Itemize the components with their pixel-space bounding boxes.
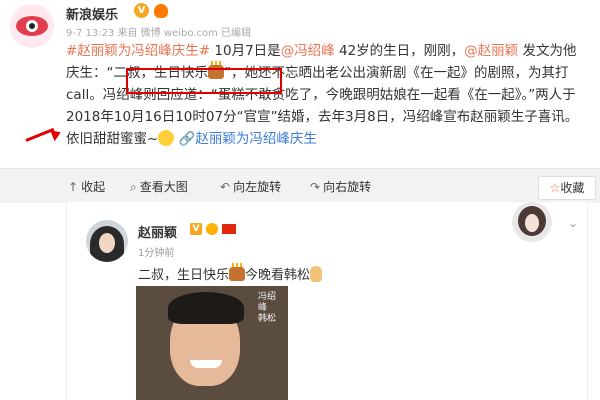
star-icon: ☆: [549, 181, 561, 195]
search-icon: ⌕: [130, 180, 137, 194]
link-icon: 🔗: [178, 131, 196, 147]
rotate-right-button[interactable]: ↷ 向右旋转: [310, 178, 371, 195]
repost-text: 二叔，生日快乐 今晚看韩松: [138, 263, 323, 283]
post-meta: 9-7 13:23 来自 微博 weibo.com 已编辑: [66, 28, 251, 39]
post-text-seg: 42岁的生日，刚刚，: [334, 43, 465, 59]
annotation-box: [126, 68, 282, 94]
rotate-left-icon: ↶: [220, 180, 231, 194]
logo-eye-pupil: [29, 23, 35, 29]
author-name[interactable]: 赵丽颖: [138, 222, 177, 241]
post-text: #赵丽颖为冯绍峰庆生# 10月7日是@冯绍峰 42岁的生日，刚刚，@赵丽颖 发文…: [66, 40, 586, 150]
flame-icon: [154, 4, 168, 18]
image-toolbar: ↑ 收起 ⌕ 查看大图 ↶ 向左旋转 ↷ 向右旋转: [0, 168, 600, 203]
avatar-face: [99, 233, 115, 253]
hashtag-link[interactable]: #赵丽颖为冯绍峰庆生#: [66, 43, 210, 59]
verified-icon: V: [190, 223, 202, 235]
account-avatar[interactable]: [10, 4, 54, 48]
post-time: 1分钟前: [138, 248, 175, 259]
favorite-label: 收藏: [560, 181, 585, 195]
cake-emoji-icon: [229, 263, 246, 281]
avatar-face: [525, 214, 539, 232]
collapse-label: 收起: [81, 180, 106, 194]
view-large-label: 查看大图: [139, 180, 188, 194]
photo-caption: 冯绍峰 韩松: [258, 292, 277, 324]
avatar[interactable]: [86, 220, 128, 262]
topic-link[interactable]: 赵丽颖为冯绍峰庆生: [195, 131, 317, 147]
post-photo[interactable]: 冯绍峰 韩松: [136, 286, 288, 400]
photo-hair: [168, 292, 244, 324]
photo-smile: [190, 360, 222, 368]
account-name[interactable]: 新浪娱乐: [66, 4, 118, 23]
collapse-icon: ↑: [68, 180, 79, 194]
rotate-left-label: 向左旋转: [233, 180, 282, 194]
mention-link[interactable]: @冯绍峰: [281, 43, 335, 59]
collapse-button[interactable]: ↑ 收起: [68, 178, 105, 195]
rotate-right-icon: ↷: [310, 180, 321, 194]
smile-emoji-icon: [158, 130, 175, 146]
annotation-arrow-head: [50, 126, 63, 142]
sun-badge-icon: [206, 223, 218, 235]
repost-text-main: 二叔，生日快乐: [138, 268, 230, 283]
chevron-down-icon[interactable]: ⌄: [568, 216, 578, 230]
decorative-avatar: [512, 202, 552, 242]
victory-hand-icon: [310, 266, 323, 282]
view-large-button[interactable]: ⌕ 查看大图: [130, 178, 188, 195]
rotate-left-button[interactable]: ↶ 向左旋转: [220, 178, 281, 195]
post-text-seg: 10月7日是: [210, 43, 281, 59]
verified-icon: V: [134, 3, 149, 18]
flag-icon: [222, 224, 236, 234]
repost-text-tail: 今晚看韩松: [245, 268, 311, 283]
favorite-button[interactable]: ☆收藏: [538, 176, 596, 200]
rotate-right-label: 向右旋转: [323, 180, 372, 194]
mention-link[interactable]: @赵丽颖: [464, 43, 518, 59]
